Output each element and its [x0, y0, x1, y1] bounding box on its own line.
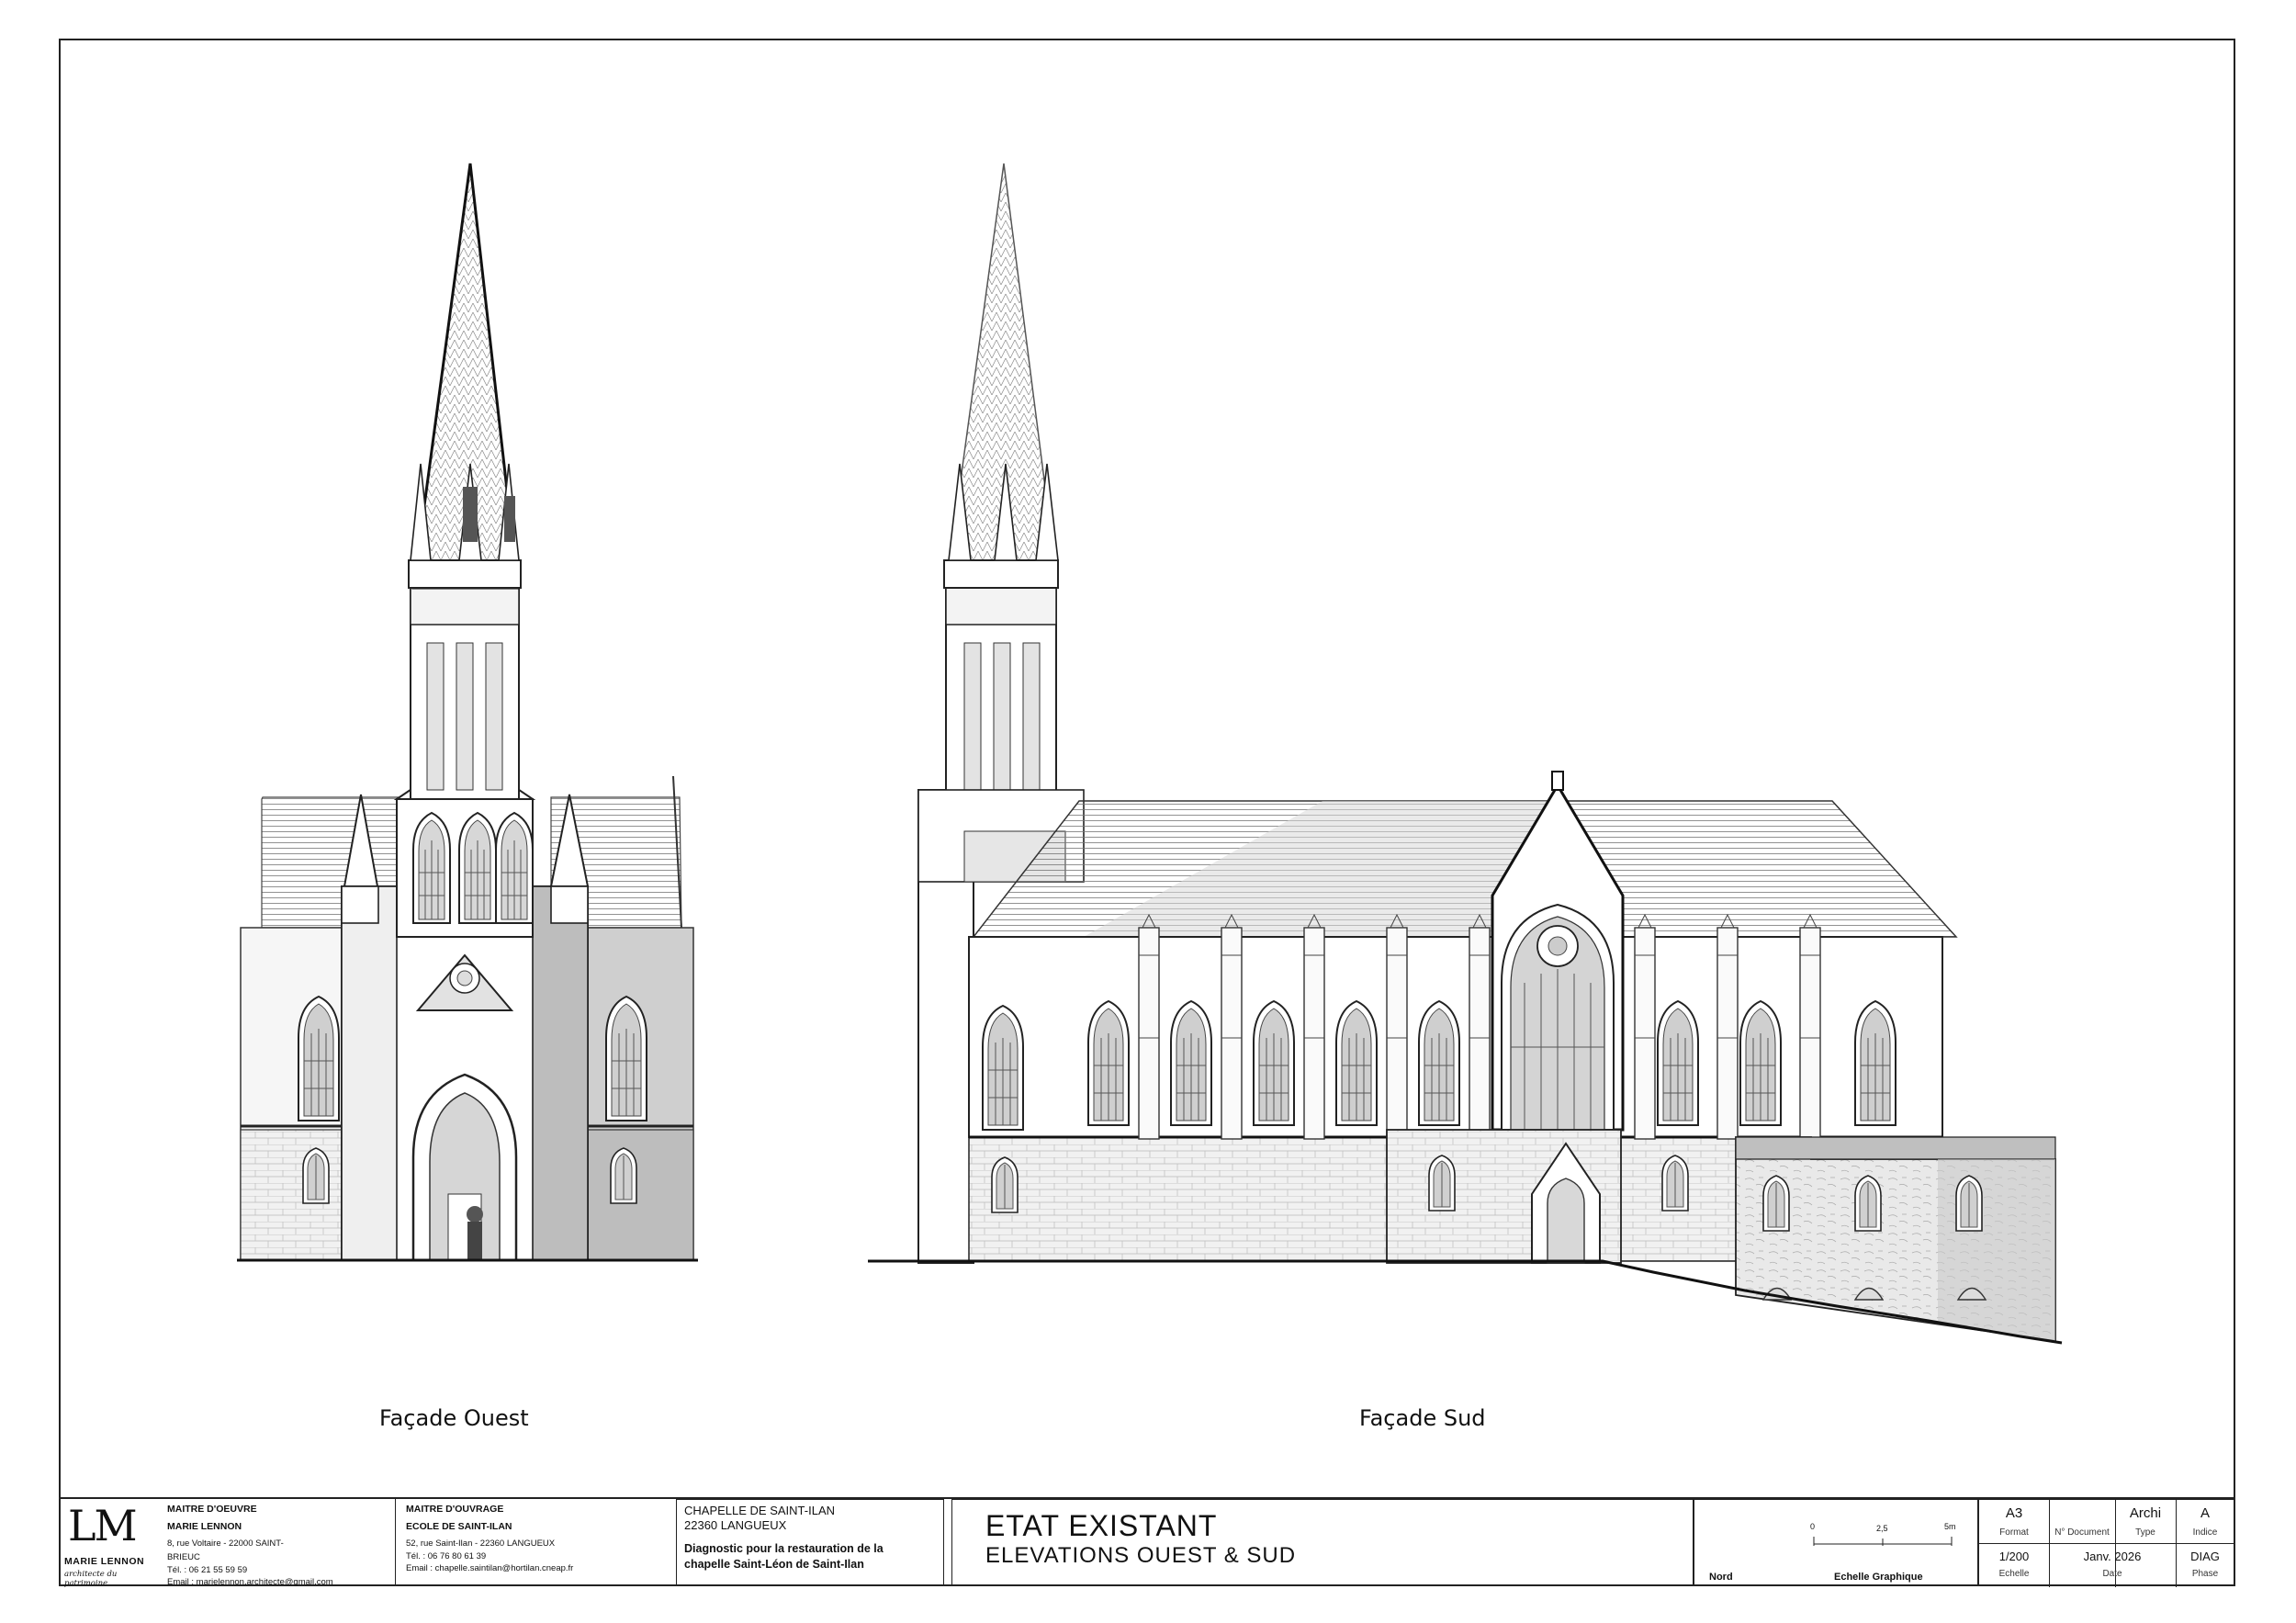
format-label: Format: [1999, 1527, 2029, 1538]
caption-facade-ouest: Façade Ouest: [379, 1405, 529, 1431]
west-facade: [237, 163, 698, 1262]
project-name: CHAPELLE DE SAINT-ILAN: [684, 1504, 835, 1517]
maitre-ouvrage-heading: MAITRE D'OUVRAGE: [406, 1504, 504, 1515]
maitre-ouvrage-name: ECOLE DE SAINT-ILAN: [406, 1521, 512, 1532]
date-value: Janv. 2026: [2083, 1550, 2142, 1563]
project-block: CHAPELLE DE SAINT-ILAN 22360 LANGUEUX Di…: [676, 1499, 944, 1586]
elevations-drawing: [237, 163, 2063, 1345]
project-desc-2: chapelle Saint-Léon de Saint-Ilan: [684, 1558, 864, 1571]
project-city: 22360 LANGUEUX: [684, 1518, 787, 1532]
scale-bar: [1813, 1537, 1953, 1546]
maitre-ouvrage-phone: Tél. : 06 76 80 61 39: [406, 1551, 487, 1561]
maitre-ouvrage-address: 52, rue Saint-Ilan - 22360 LANGUEUX: [406, 1538, 556, 1549]
scale-block: 0 2,5 5m Nord Echelle Graphique: [1694, 1499, 1978, 1586]
maitre-oeuvre-address: 8, rue Voltaire - 22000 SAINT-BRIEUC: [167, 1538, 284, 1562]
type-value: Archi: [2129, 1505, 2162, 1521]
drawing-sheet: Façade Ouest Façade Sud LM MARIE LENNON …: [0, 0, 2296, 1623]
indice-label: Indice: [2192, 1527, 2218, 1538]
scale-label: Echelle Graphique: [1834, 1572, 1923, 1583]
date-label: Date: [2102, 1569, 2122, 1579]
caption-facade-sud: Façade Sud: [1359, 1405, 1486, 1431]
meta-block: A3 Format N° Document Archi Type A Indic…: [1978, 1499, 2235, 1587]
maitre-oeuvre-email: Email : marielennon.architecte@gmail.com: [167, 1577, 333, 1587]
phase-label: Phase: [2191, 1569, 2219, 1579]
title-block: LM MARIE LENNON architecte du patrimoine…: [59, 1497, 2235, 1588]
phase-value: DIAG: [2190, 1550, 2220, 1563]
divider: [395, 1499, 396, 1586]
format-value: A3: [2005, 1505, 2023, 1521]
echelle-value: 1/200: [1998, 1550, 2030, 1563]
echelle-label: Echelle: [1998, 1569, 2030, 1579]
scale-tick-0: 0: [1810, 1522, 1816, 1531]
document-label: N° Document: [2054, 1527, 2110, 1538]
scale-tick-end: 5m: [1944, 1522, 1956, 1531]
sheet-title-line2: ELEVATIONS OUEST & SUD: [985, 1543, 1297, 1568]
project-desc-1: Diagnostic pour la restauration de la: [684, 1542, 884, 1555]
type-label: Type: [2135, 1527, 2155, 1538]
logo-name: MARIE LENNON: [64, 1556, 145, 1567]
sheet-title-block: ETAT EXISTANT ELEVATIONS OUEST & SUD: [951, 1499, 1694, 1586]
logo-tagline: architecte du patrimoine: [64, 1570, 118, 1588]
meta-hline: [1979, 1543, 2234, 1544]
indice-value: A: [2200, 1505, 2210, 1521]
north-label: Nord: [1709, 1572, 1733, 1583]
maitre-oeuvre-heading: MAITRE D'OEUVRE: [167, 1504, 257, 1515]
sheet-title-line1: ETAT EXISTANT: [985, 1509, 1218, 1542]
scale-tick-mid: 2,5: [1876, 1524, 1888, 1533]
logo-monogram: LM: [68, 1501, 138, 1550]
maitre-oeuvre-name: MARIE LENNON: [167, 1521, 242, 1532]
logo-block: LM MARIE LENNON architecte du patrimoine: [59, 1499, 162, 1588]
maitre-oeuvre-block: MAITRE D'OEUVRE MARIE LENNON 8, rue Volt…: [167, 1499, 333, 1587]
maitre-ouvrage-email: Email : chapelle.saintilan@hortilan.cnea…: [406, 1563, 574, 1573]
south-facade: [868, 163, 2063, 1345]
maitre-oeuvre-phone: Tél. : 06 21 55 59 59: [167, 1565, 248, 1575]
maitre-ouvrage-block: MAITRE D'OUVRAGE ECOLE DE SAINT-ILAN 52,…: [406, 1499, 626, 1586]
